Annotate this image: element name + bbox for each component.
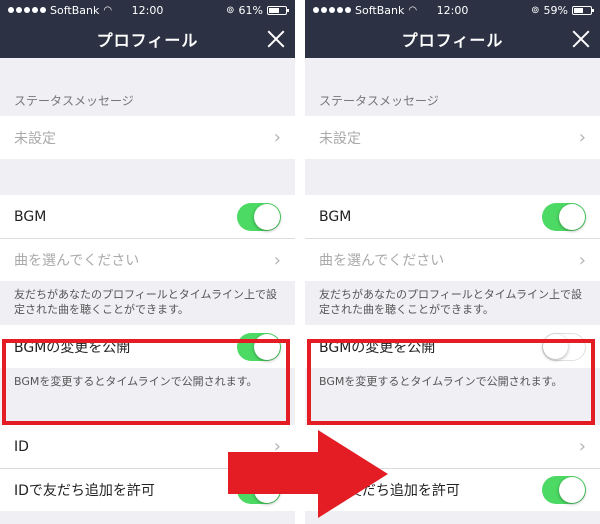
- bgm-public-label: BGMの変更を公開: [14, 339, 131, 356]
- toggle-knob: [559, 477, 585, 503]
- bgm-public-row: BGMの変更を公開: [305, 325, 600, 368]
- status-message-value: 未設定: [319, 130, 361, 147]
- bgm-row: BGM: [0, 195, 295, 238]
- nav-bar: プロフィール: [0, 20, 295, 58]
- signal-strength-icon: [8, 7, 46, 13]
- chevron-right-icon: ›: [273, 249, 281, 271]
- choose-song-row[interactable]: 曲を選んでください ›: [305, 238, 600, 281]
- id-add-label: IDで友だち追加を許可: [14, 483, 155, 499]
- rotation-lock-icon: ⊚: [226, 4, 235, 16]
- id-add-toggle[interactable]: [542, 476, 586, 504]
- bgm-toggle[interactable]: [237, 202, 281, 231]
- bgm-label: BGM: [14, 208, 47, 225]
- bgm-public-note: BGMを変更するとタイムラインで公開されます。: [319, 375, 563, 388]
- phone-screenshot-before: SoftBank ◠ 12:00 ⊚ 61% プロフィール ステータスメッセージ…: [0, 0, 295, 524]
- bgm-public-label: BGMの変更を公開: [319, 339, 436, 356]
- toggle-knob: [543, 333, 568, 359]
- status-message-value: 未設定: [14, 130, 56, 147]
- bgm-note: 友だちがあなたのプロフィールとタイムライン上で設定された曲を聴くことができます。: [319, 288, 583, 316]
- choose-song-row[interactable]: 曲を選んでください ›: [0, 238, 295, 281]
- chevron-right-icon: ›: [578, 127, 586, 148]
- chevron-right-icon: ›: [273, 127, 281, 148]
- status-bar: SoftBank ◠ 12:00 ⊚ 61%: [0, 0, 295, 20]
- choose-song-placeholder: 曲を選んでください: [319, 253, 445, 269]
- arrow-body: [228, 452, 320, 494]
- nav-bar: プロフィール: [305, 20, 600, 58]
- battery-icon: [267, 5, 289, 15]
- page-title: プロフィール: [96, 31, 199, 50]
- signal-strength-icon: [313, 7, 351, 13]
- bgm-toggle[interactable]: [542, 202, 586, 231]
- status-message-header: ステータスメッセージ: [14, 94, 134, 108]
- bgm-row: BGM: [305, 195, 600, 238]
- close-icon[interactable]: [265, 28, 287, 50]
- bgm-public-toggle[interactable]: [237, 332, 281, 361]
- bgm-label: BGM: [319, 208, 352, 225]
- toggle-knob: [254, 203, 280, 230]
- chevron-right-icon: ›: [578, 249, 586, 271]
- close-icon[interactable]: [570, 28, 592, 50]
- toggle-knob: [559, 203, 585, 230]
- chevron-right-icon: ›: [578, 436, 586, 457]
- battery-icon: [572, 5, 594, 15]
- status-message-header: ステータスメッセージ: [319, 94, 439, 108]
- battery-fill: [269, 7, 279, 13]
- battery-percent: 61%: [238, 3, 263, 17]
- arrow-right-icon: [318, 430, 388, 518]
- bgm-note: 友だちがあなたのプロフィールとタイムライン上で設定された曲を聴くことができます。: [14, 288, 278, 316]
- battery-percent: 59%: [543, 3, 568, 17]
- page-title: プロフィール: [401, 31, 504, 50]
- carrier-name: SoftBank: [50, 3, 100, 17]
- battery-fill: [574, 7, 584, 13]
- status-message-row[interactable]: 未設定 ›: [0, 116, 295, 159]
- rotation-lock-icon: ⊚: [531, 4, 540, 16]
- bgm-public-row: BGMの変更を公開: [0, 325, 295, 368]
- status-bar: SoftBank ◠ 12:00 ⊚ 59%: [305, 0, 600, 20]
- choose-song-placeholder: 曲を選んでください: [14, 253, 140, 269]
- toggle-knob: [254, 333, 280, 360]
- wifi-icon: ◠: [103, 4, 113, 16]
- carrier-name: SoftBank: [355, 3, 405, 17]
- bgm-public-toggle[interactable]: [542, 332, 586, 361]
- bgm-public-note: BGMを変更するとタイムラインで公開されます。: [14, 375, 258, 388]
- status-message-row[interactable]: 未設定 ›: [305, 116, 600, 159]
- id-label: ID: [14, 438, 29, 455]
- wifi-icon: ◠: [408, 4, 418, 16]
